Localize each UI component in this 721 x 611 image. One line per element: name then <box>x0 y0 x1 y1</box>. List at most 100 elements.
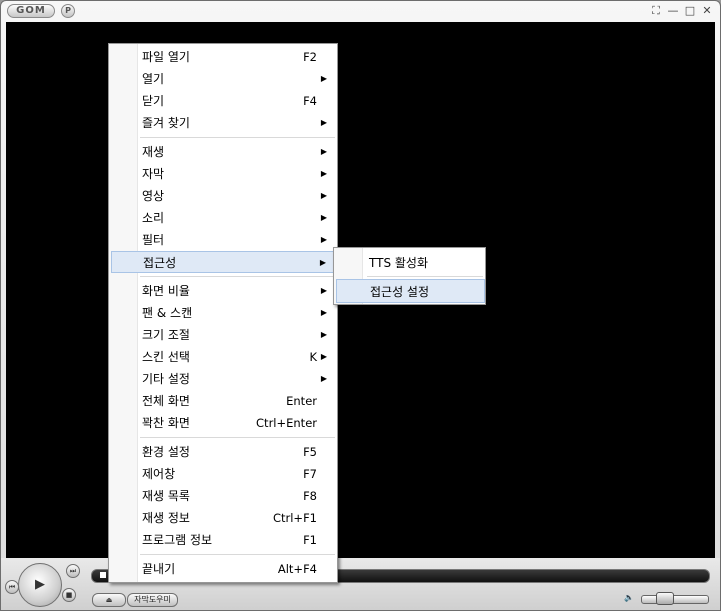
menu-item[interactable]: 기타 설정 ▶ <box>111 368 337 390</box>
p-button[interactable]: P <box>61 4 75 18</box>
submenu-arrow-icon: ▶ <box>320 286 327 295</box>
submenu-item-label: 접근성 설정 <box>370 285 430 299</box>
menu-item-label: 파일 열기 <box>142 50 190 64</box>
submenu-arrow-icon: ▶ <box>320 147 327 156</box>
submenu-arrow-icon: ▶ <box>320 213 327 222</box>
menu-item-shortcut: Ctrl+F1 <box>272 511 317 525</box>
volume-slider[interactable] <box>641 595 709 604</box>
menu-item-label: 소리 <box>142 211 165 225</box>
menu-item[interactable]: 접근성 ▶ <box>111 251 337 273</box>
close-icon[interactable]: ✕ <box>700 4 714 18</box>
menu-item-label: 프로그램 정보 <box>142 533 213 547</box>
speaker-icon[interactable]: 🔈 <box>624 593 634 602</box>
menu-item[interactable]: 환경 설정 F5 <box>111 441 337 463</box>
menu-item-label: 환경 설정 <box>142 445 190 459</box>
menu-item-label: 재생 <box>142 145 165 159</box>
menu-item[interactable]: 프로그램 정보 F1 <box>111 529 337 551</box>
menu-item-label: 제어창 <box>142 467 176 481</box>
menu-item[interactable]: 끝내기 Alt+F4 <box>111 558 337 580</box>
menu-item[interactable]: 팬 & 스캔 ▶ <box>111 302 337 324</box>
menu-item-label: 전체 화면 <box>142 394 190 408</box>
menu-item[interactable]: 재생 정보 Ctrl+F1 <box>111 507 337 529</box>
submenu-arrow-icon: ▶ <box>319 258 326 267</box>
menu-item[interactable]: 영상 ▶ <box>111 185 337 207</box>
menu-item-label: 끝내기 <box>142 562 176 576</box>
menu-separator <box>140 276 335 277</box>
menu-separator <box>140 437 335 438</box>
submenu-item[interactable]: 접근성 설정 <box>336 279 485 303</box>
menu-item[interactable]: 자막 ▶ <box>111 163 337 185</box>
menu-item-label: 꽉찬 화면 <box>142 416 190 430</box>
menu-item[interactable]: 화면 비율 ▶ <box>111 280 337 302</box>
menu-item-shortcut: K <box>309 350 317 364</box>
submenu-arrow-icon: ▶ <box>320 374 327 383</box>
menu-item-shortcut: Alt+F4 <box>277 562 317 576</box>
menu-item-label: 영상 <box>142 189 165 203</box>
submenu-arrow-icon: ▶ <box>320 191 327 200</box>
prev-icon[interactable]: ⏮ <box>5 580 19 594</box>
subtitle-helper-button[interactable]: 자막도우미 <box>127 593 178 607</box>
menu-item-shortcut: F2 <box>303 50 317 64</box>
menu-item-label: 화면 비율 <box>142 284 190 298</box>
next-icon[interactable]: ⏭ <box>66 564 80 578</box>
menu-separator <box>140 554 335 555</box>
menu-item[interactable]: 파일 열기 F2 <box>111 46 337 68</box>
menu-item[interactable]: 닫기 F4 <box>111 90 337 112</box>
submenu-arrow-icon: ▶ <box>320 118 327 127</box>
menu-item-shortcut: Enter <box>286 394 317 408</box>
menu-item[interactable]: 소리 ▶ <box>111 207 337 229</box>
menu-item-label: 자막 <box>142 167 165 181</box>
minimize-icon[interactable]: — <box>666 4 680 18</box>
seek-handle[interactable] <box>100 572 106 578</box>
menu-item-shortcut: F8 <box>303 489 317 503</box>
menu-item[interactable]: 스킨 선택 K ▶ <box>111 346 337 368</box>
submenu-item[interactable]: TTS 활성화 <box>336 251 485 275</box>
submenu-item-label: TTS 활성화 <box>369 256 429 270</box>
menu-item-label: 스킨 선택 <box>142 350 190 364</box>
menu-item[interactable]: 즐겨 찾기 ▶ <box>111 112 337 134</box>
menu-item[interactable]: 전체 화면 Enter <box>111 390 337 412</box>
maximize-icon[interactable]: □ <box>683 4 697 18</box>
menu-item-label: 즐겨 찾기 <box>142 116 190 130</box>
menu-item[interactable]: 크기 조절 ▶ <box>111 324 337 346</box>
submenu-separator <box>367 276 483 277</box>
menu-item-shortcut: F5 <box>303 445 317 459</box>
menu-item[interactable]: 꽉찬 화면 Ctrl+Enter <box>111 412 337 434</box>
menu-item-label: 팬 & 스캔 <box>142 306 193 320</box>
stop-icon[interactable]: ■ <box>62 588 76 602</box>
submenu-arrow-icon: ▶ <box>320 352 327 361</box>
submenu-arrow-icon: ▶ <box>320 74 327 83</box>
menu-item[interactable]: 재생 ▶ <box>111 141 337 163</box>
play-button[interactable]: ▶ <box>18 563 62 607</box>
menu-item[interactable]: 필터 ▶ <box>111 229 337 251</box>
menu-item-label: 닫기 <box>142 94 165 108</box>
menu-item-label: 기타 설정 <box>142 372 190 386</box>
title-bar[interactable]: GOM P ⛶ — □ ✕ <box>1 1 720 21</box>
submenu-arrow-icon: ▶ <box>320 235 327 244</box>
menu-item-label: 열기 <box>142 72 165 86</box>
context-menu: 파일 열기 F2 열기 ▶ 닫기 F4 즐겨 찾기 ▶ 재생 ▶ 자막 ▶ 영상 ▶ 소리 ▶ 필터 ▶ 접근성 ▶ 화… <box>108 43 338 583</box>
gom-logo-button[interactable]: GOM <box>7 4 55 18</box>
menu-item-shortcut: F7 <box>303 467 317 481</box>
menu-item[interactable]: 제어창 F7 <box>111 463 337 485</box>
menu-item-label: 크기 조절 <box>142 328 190 342</box>
menu-item-label: 필터 <box>142 233 165 247</box>
menu-item-label: 재생 목록 <box>142 489 190 503</box>
accessibility-submenu: TTS 활성화접근성 설정 <box>333 247 486 305</box>
menu-item[interactable]: 열기 ▶ <box>111 68 337 90</box>
menu-item[interactable]: 재생 목록 F8 <box>111 485 337 507</box>
submenu-arrow-icon: ▶ <box>320 308 327 317</box>
logo-text: GOM <box>16 5 46 16</box>
volume-handle[interactable] <box>656 592 674 605</box>
fullscreen-icon[interactable]: ⛶ <box>649 4 663 18</box>
menu-separator <box>140 137 335 138</box>
menu-item-label: 재생 정보 <box>142 511 190 525</box>
menu-item-shortcut: F1 <box>303 533 317 547</box>
submenu-arrow-icon: ▶ <box>320 169 327 178</box>
play-icon: ▶ <box>35 577 45 592</box>
menu-item-shortcut: Ctrl+Enter <box>256 416 317 430</box>
eject-icon: ⏏ <box>105 596 113 604</box>
menu-item-shortcut: F4 <box>303 94 317 108</box>
submenu-arrow-icon: ▶ <box>320 330 327 339</box>
eject-button[interactable]: ⏏ <box>92 593 126 607</box>
